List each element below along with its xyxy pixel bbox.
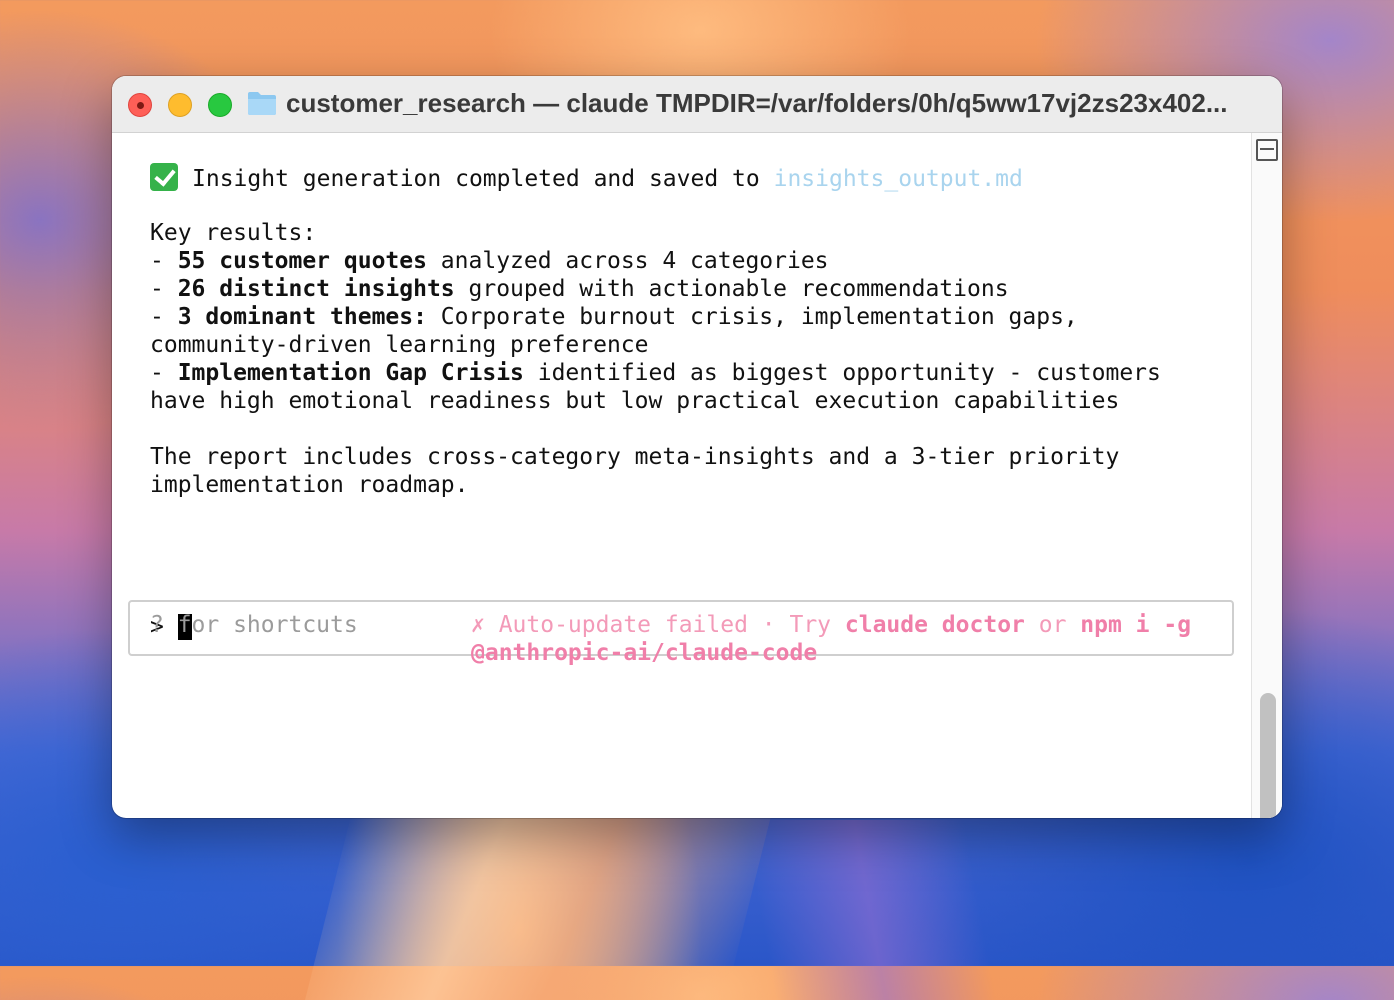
- auto-update-warning-continuation: @anthropic-ai/claude-code: [471, 640, 818, 666]
- scrollbar-thumb[interactable]: [1260, 693, 1276, 818]
- command-npm-install: npm i -g: [1080, 612, 1192, 638]
- result-item-continuation: community-driven learning preference: [150, 332, 649, 358]
- terminal-window: customer_research — claude TMPDIR=/var/f…: [112, 76, 1282, 818]
- output-file-link[interactable]: insights_output.md: [774, 166, 1023, 192]
- result-item: - 55 customer quotes analyzed across 4 c…: [150, 248, 829, 274]
- check-mark-icon: [150, 163, 178, 191]
- report-summary-continuation: implementation roadmap.: [150, 472, 469, 498]
- window-title: customer_research — claude TMPDIR=/var/f…: [286, 88, 1228, 118]
- terminal-output: Insight generation completed and saved t…: [112, 133, 1252, 818]
- key-results-label: Key results:: [150, 220, 317, 246]
- wallpaper-band: [744, 820, 996, 1000]
- split-pane-icon[interactable]: [1256, 139, 1278, 161]
- minimize-button[interactable]: [168, 93, 192, 117]
- result-item: - 3 dominant themes: Corporate burnout c…: [150, 304, 1078, 330]
- wallpaper-band: [305, 800, 775, 1000]
- status-line: Insight generation completed and saved t…: [150, 163, 1023, 193]
- result-item: - Implementation Gap Crisis identified a…: [150, 360, 1161, 386]
- report-summary: The report includes cross-category meta-…: [150, 444, 1120, 470]
- result-item-continuation: have high emotional readiness but low pr…: [150, 388, 1120, 414]
- shortcuts-hint: ? for shortcuts: [150, 612, 358, 638]
- status-text: Insight generation completed and saved t…: [192, 166, 774, 192]
- scrollbar[interactable]: [1251, 133, 1282, 818]
- result-item: - 26 distinct insights grouped with acti…: [150, 276, 1009, 302]
- folder-icon: [248, 92, 276, 115]
- command-claude-doctor: claude doctor: [844, 612, 1025, 638]
- title-bar[interactable]: customer_research — claude TMPDIR=/var/f…: [112, 76, 1282, 133]
- close-button[interactable]: [128, 93, 152, 117]
- maximize-button[interactable]: [208, 93, 232, 117]
- auto-update-warning: ✗ Auto-update failed · Try claude doctor…: [471, 612, 1192, 638]
